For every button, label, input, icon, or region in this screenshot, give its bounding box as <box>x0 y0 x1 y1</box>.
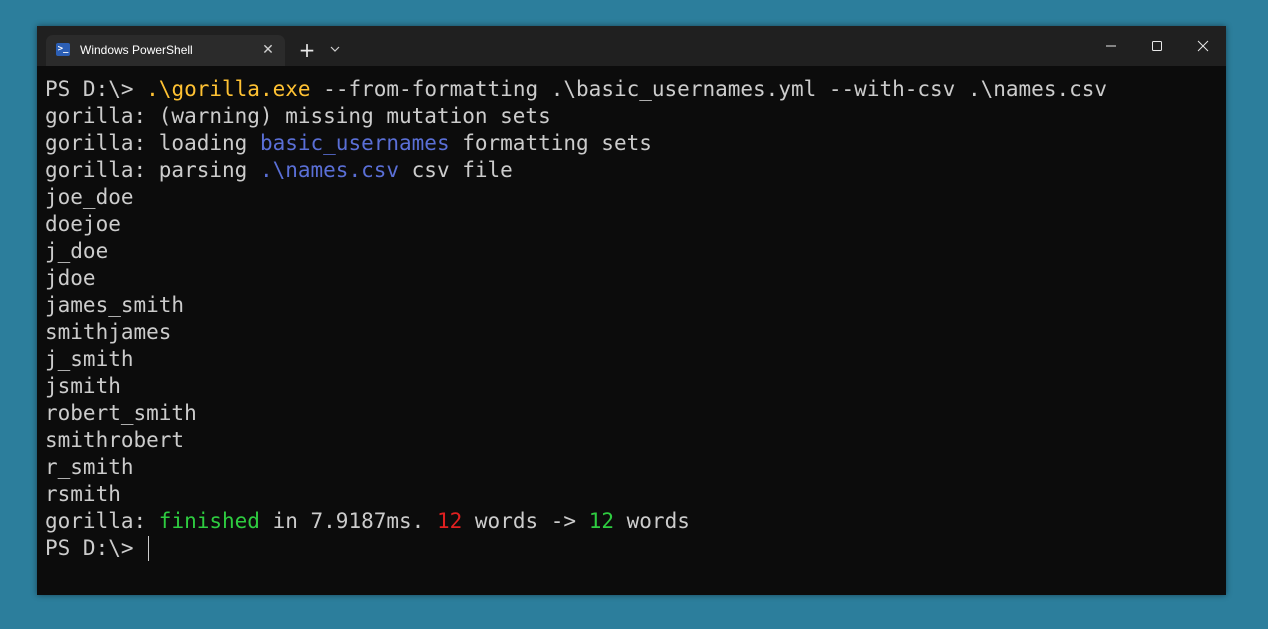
text-cursor <box>148 536 150 561</box>
elapsed-time: in 7.9187ms. <box>259 509 437 533</box>
finished-label: finished <box>158 509 260 533</box>
final-prompt-line[interactable]: PS D:\> <box>45 535 1226 562</box>
output-line: smithrobert <box>45 428 185 452</box>
terminal-output[interactable]: PS D:\> .\gorilla.exe --from-formatting … <box>37 66 1226 595</box>
output-line: jdoe <box>45 266 96 290</box>
close-icon <box>1197 40 1209 52</box>
output-line: robert_smith <box>45 401 197 425</box>
powershell-icon: >_ <box>56 43 70 56</box>
warning-line: gorilla: (warning) missing mutation sets <box>45 104 551 128</box>
csv-file-name: .\names.csv <box>259 158 400 182</box>
command-executable: .\gorilla.exe <box>146 77 311 101</box>
tab-dropdown-button[interactable] <box>327 40 343 58</box>
summary-middle: words -> <box>462 509 589 533</box>
maximize-icon <box>1152 41 1162 51</box>
summary-suffix: words <box>614 509 690 533</box>
output-line: jsmith <box>45 374 121 398</box>
parsing-prefix: gorilla: parsing <box>45 158 260 182</box>
output-word-count: 12 <box>588 509 614 533</box>
formatting-set-name: basic_usernames <box>259 131 450 155</box>
output-line: j_doe <box>45 239 109 263</box>
minimize-button[interactable] <box>1096 34 1126 58</box>
loading-prefix: gorilla: loading <box>45 131 260 155</box>
new-tab-button[interactable]: + <box>295 38 319 62</box>
final-prompt: PS D:\> <box>45 536 147 560</box>
minimize-icon <box>1106 45 1116 47</box>
title-bar: >_ Windows PowerShell ✕ + <box>37 26 1226 66</box>
close-tab-button[interactable]: ✕ <box>258 40 278 60</box>
maximize-button[interactable] <box>1142 34 1172 58</box>
chevron-down-icon <box>330 46 340 52</box>
summary-line: gorilla: finished in 7.9187ms. 12 words … <box>45 508 1226 535</box>
tab-windows-powershell[interactable]: >_ Windows PowerShell ✕ <box>46 35 285 66</box>
loading-line: gorilla: loading basic_usernames formatt… <box>45 130 1226 157</box>
command-line: PS D:\> .\gorilla.exe --from-formatting … <box>45 76 1226 103</box>
close-window-button[interactable] <box>1188 34 1218 58</box>
tab-title: Windows PowerShell <box>80 43 193 57</box>
parsing-line: gorilla: parsing .\names.csv csv file <box>45 157 1226 184</box>
output-line: doejoe <box>45 212 121 236</box>
output-line: smithjames <box>45 320 172 344</box>
loading-suffix: formatting sets <box>449 131 652 155</box>
summary-prefix: gorilla: <box>45 509 159 533</box>
output-line: rsmith <box>45 482 121 506</box>
output-line: james_smith <box>45 293 185 317</box>
prompt: PS D:\> <box>45 77 147 101</box>
input-word-count: 12 <box>436 509 463 533</box>
output-line: r_smith <box>45 455 134 479</box>
output-line: j_smith <box>45 347 134 371</box>
command-args: --from-formatting .\basic_usernames.yml … <box>310 77 1108 101</box>
parsing-suffix: csv file <box>399 158 513 182</box>
output-line: joe_doe <box>45 185 134 209</box>
powershell-window: >_ Windows PowerShell ✕ + PS D:\> .\gori… <box>37 26 1226 595</box>
